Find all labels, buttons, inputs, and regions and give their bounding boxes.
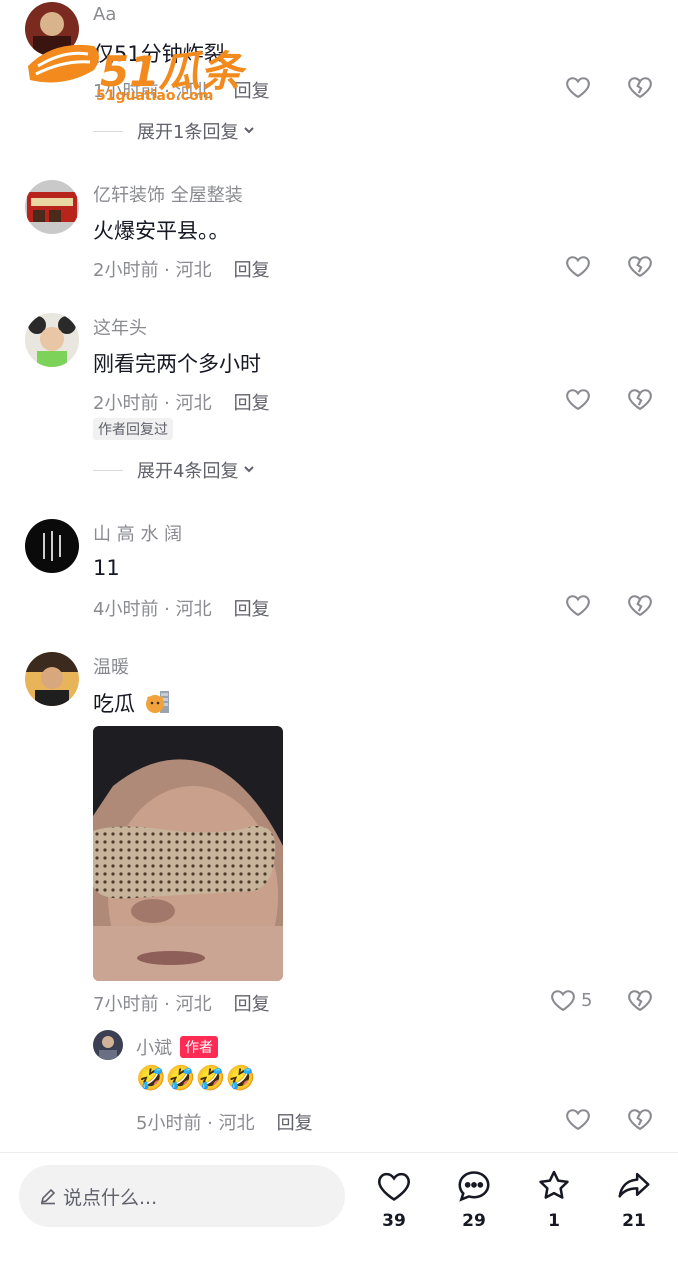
comment-count: 29 xyxy=(462,1211,486,1231)
avatar[interactable] xyxy=(25,519,79,573)
comment-input-placeholder: 说点什么... xyxy=(63,1186,158,1209)
like-button[interactable]: 5 xyxy=(549,986,592,1014)
comment-time-location: 2小时前 · 河北 xyxy=(93,393,212,414)
comment-meta: 5小时前 · 河北 回复 xyxy=(136,1109,313,1135)
dislike-icon[interactable] xyxy=(626,591,654,619)
like-icon[interactable] xyxy=(564,73,592,101)
comment-meta: 7小时前 · 河北 回复 xyxy=(93,990,270,1016)
share-arrow-icon[interactable] xyxy=(615,1172,653,1209)
pencil-icon xyxy=(39,1187,57,1205)
comment-meta: 2小时前 · 河北 回复 xyxy=(93,389,270,415)
comment-time-location: 5小时前 · 河北 xyxy=(136,1113,255,1134)
divider xyxy=(93,469,123,471)
dislike-icon[interactable] xyxy=(626,1105,654,1133)
comment-text: 刚看完两个多小时 xyxy=(93,352,261,376)
sub-reply-header: 小斌 作者 xyxy=(136,1034,218,1060)
expand-replies-button[interactable]: 展开1条回复 xyxy=(93,118,256,144)
chevron-down-icon xyxy=(242,460,256,481)
melon-cat-emoji-icon xyxy=(144,689,170,720)
author-tag: 作者 xyxy=(180,1036,218,1058)
comment-text-content: 吃瓜 xyxy=(93,692,135,716)
dislike-icon[interactable] xyxy=(626,252,654,280)
reply-button[interactable]: 回复 xyxy=(277,1113,313,1134)
like-icon[interactable] xyxy=(564,1105,592,1133)
comment-text: 吃瓜 xyxy=(93,688,170,720)
comment-input[interactable]: 说点什么... xyxy=(19,1165,345,1227)
comment-username[interactable]: 山 高 水 阔 xyxy=(93,520,182,546)
avatar[interactable] xyxy=(93,1030,123,1060)
like-action[interactable]: 39 xyxy=(370,1167,418,1231)
comment-meta: 4小时前 · 河北 回复 xyxy=(93,595,270,621)
reply-button[interactable]: 回复 xyxy=(234,260,270,281)
star-icon[interactable] xyxy=(535,1170,573,1209)
comment-image[interactable] xyxy=(93,726,283,981)
comment-time-location: 7小时前 · 河北 xyxy=(93,994,212,1015)
comment-time-location: 2小时前 · 河北 xyxy=(93,260,212,281)
reply-button[interactable]: 回复 xyxy=(234,994,270,1015)
comment-username[interactable]: 小斌 xyxy=(136,1038,172,1059)
comment-text: 11 xyxy=(93,556,120,580)
dislike-icon[interactable] xyxy=(626,73,654,101)
avatar[interactable] xyxy=(25,313,79,367)
comment-username[interactable]: 亿轩装饰 全屋整装 xyxy=(93,181,243,207)
like-icon[interactable] xyxy=(564,385,592,413)
favorite-action[interactable]: 1 xyxy=(530,1167,578,1231)
expand-replies-label: 展开1条回复 xyxy=(137,122,239,143)
comment-username[interactable]: 这年头 xyxy=(93,314,147,340)
divider xyxy=(93,130,123,132)
comment-bubble-icon[interactable] xyxy=(455,1171,493,1209)
expand-replies-button[interactable]: 展开4条回复 xyxy=(93,457,256,483)
expand-replies-label: 展开4条回复 xyxy=(137,461,239,482)
avatar[interactable] xyxy=(25,180,79,234)
comment-username[interactable]: Aa xyxy=(93,4,116,25)
favorite-count: 1 xyxy=(548,1211,560,1231)
like-count: 39 xyxy=(382,1211,406,1231)
comment-text: 火爆安平县。。 xyxy=(93,219,230,243)
share-action[interactable]: 21 xyxy=(610,1167,658,1231)
reply-button[interactable]: 回复 xyxy=(234,393,270,414)
chevron-down-icon xyxy=(242,121,256,142)
like-count: 5 xyxy=(581,989,593,1011)
comment-username[interactable]: 温暖 xyxy=(93,653,129,679)
comment-meta: 2小时前 · 河北 回复 xyxy=(93,256,270,282)
like-icon[interactable] xyxy=(549,986,577,1014)
dislike-icon[interactable] xyxy=(626,986,654,1014)
watermark-logo: 51瓜条 51guatiao.com xyxy=(24,36,264,108)
comment-text: 🤣🤣🤣🤣 xyxy=(136,1064,256,1092)
like-icon[interactable] xyxy=(564,591,592,619)
avatar[interactable] xyxy=(25,652,79,706)
heart-icon[interactable] xyxy=(375,1172,413,1209)
share-count: 21 xyxy=(622,1211,646,1231)
like-icon[interactable] xyxy=(564,252,592,280)
watermark-domain: 51guatiao.com xyxy=(96,88,214,104)
bottom-action-bar: 说点什么... 39 29 1 21 xyxy=(0,1152,678,1281)
author-replied-badge: 作者回复过 xyxy=(93,418,173,440)
dislike-icon[interactable] xyxy=(626,385,654,413)
comment-action[interactable]: 29 xyxy=(450,1167,498,1231)
comment-time-location: 4小时前 · 河北 xyxy=(93,599,212,620)
reply-button[interactable]: 回复 xyxy=(234,599,270,620)
